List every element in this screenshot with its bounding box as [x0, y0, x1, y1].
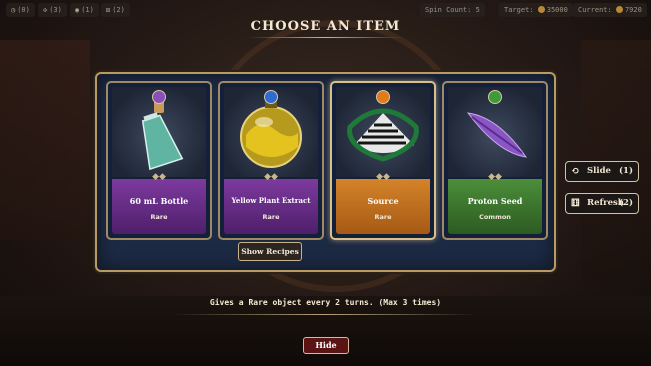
background-shelf-right	[581, 40, 651, 280]
spin-count: Spin Count: 5	[420, 3, 485, 17]
puzzle-icon: ✣	[43, 6, 48, 14]
card-name: Proton Seed	[467, 196, 523, 206]
card-name: Source	[367, 196, 399, 206]
stat-badge-4: ⚄ (2)	[101, 3, 130, 17]
coin-stack-icon: ◉	[75, 6, 80, 14]
refresh-dice-icon: ⚅	[571, 198, 580, 209]
coin-icon	[537, 6, 545, 13]
item-card-proton-seed[interactable]: ◆◆ Proton Seed Common	[442, 81, 548, 240]
title-divider	[248, 37, 403, 38]
refresh-button[interactable]: ⚅ Refresh (2)	[565, 193, 639, 214]
ornament-icon: ◆◆	[488, 172, 502, 182]
coin-icon	[615, 6, 623, 13]
ornament-icon: ◆◆	[264, 172, 278, 182]
card-rarity: Rare	[262, 213, 280, 221]
clock-icon: ◷	[11, 6, 16, 14]
current-score: Current: 7920	[573, 3, 647, 17]
card-banner	[336, 179, 430, 234]
description-divider	[172, 314, 478, 315]
stat-badge-2: ✣ (3)	[38, 3, 67, 17]
item-card-source[interactable]: ◆◆ Source Rare	[330, 81, 436, 240]
page-title: CHOOSE AN ITEM	[250, 19, 401, 34]
card-rarity: Rare	[374, 213, 392, 221]
target-score: Target: 35000	[499, 3, 573, 17]
ornament-icon: ◆◆	[376, 172, 390, 182]
card-banner	[112, 179, 206, 234]
type-gem-icon	[488, 90, 502, 104]
type-gem-icon	[376, 90, 390, 104]
stat-badge-1: ◷ (0)	[6, 3, 35, 17]
background-shelf-left	[0, 40, 90, 240]
stat-badge-3: ◉ (1)	[70, 3, 99, 17]
item-card-yellow-plant-extract[interactable]: ◆◆ Yellow Plant Extract Rare	[218, 81, 324, 240]
top-stats-bar: ◷ (0) ✣ (3) ◉ (1) ⚄ (2) Spin Count: 5 Target…	[0, 0, 651, 20]
hide-button[interactable]: Hide	[303, 337, 349, 354]
card-banner	[448, 179, 542, 234]
card-rarity: Rare	[150, 213, 168, 221]
show-recipes-button[interactable]: Show Recipes	[238, 242, 302, 261]
card-rarity: Common	[479, 213, 511, 221]
slide-button[interactable]: ⟲ Slide (1)	[565, 161, 639, 182]
card-banner	[224, 179, 318, 234]
card-name: Yellow Plant Extract	[231, 196, 311, 205]
item-card-60ml-bottle[interactable]: ◆◆ 60 mL Bottle Rare	[106, 81, 212, 240]
item-description: Gives a Rare object every 2 turns. (Max …	[209, 298, 442, 307]
type-gem-icon	[152, 90, 166, 104]
card-name: 60 mL Bottle	[129, 196, 189, 206]
dice-icon: ⚄	[106, 6, 111, 14]
slide-arrows-icon: ⟲	[571, 166, 580, 177]
ornament-icon: ◆◆	[152, 172, 166, 182]
type-gem-icon	[264, 90, 278, 104]
